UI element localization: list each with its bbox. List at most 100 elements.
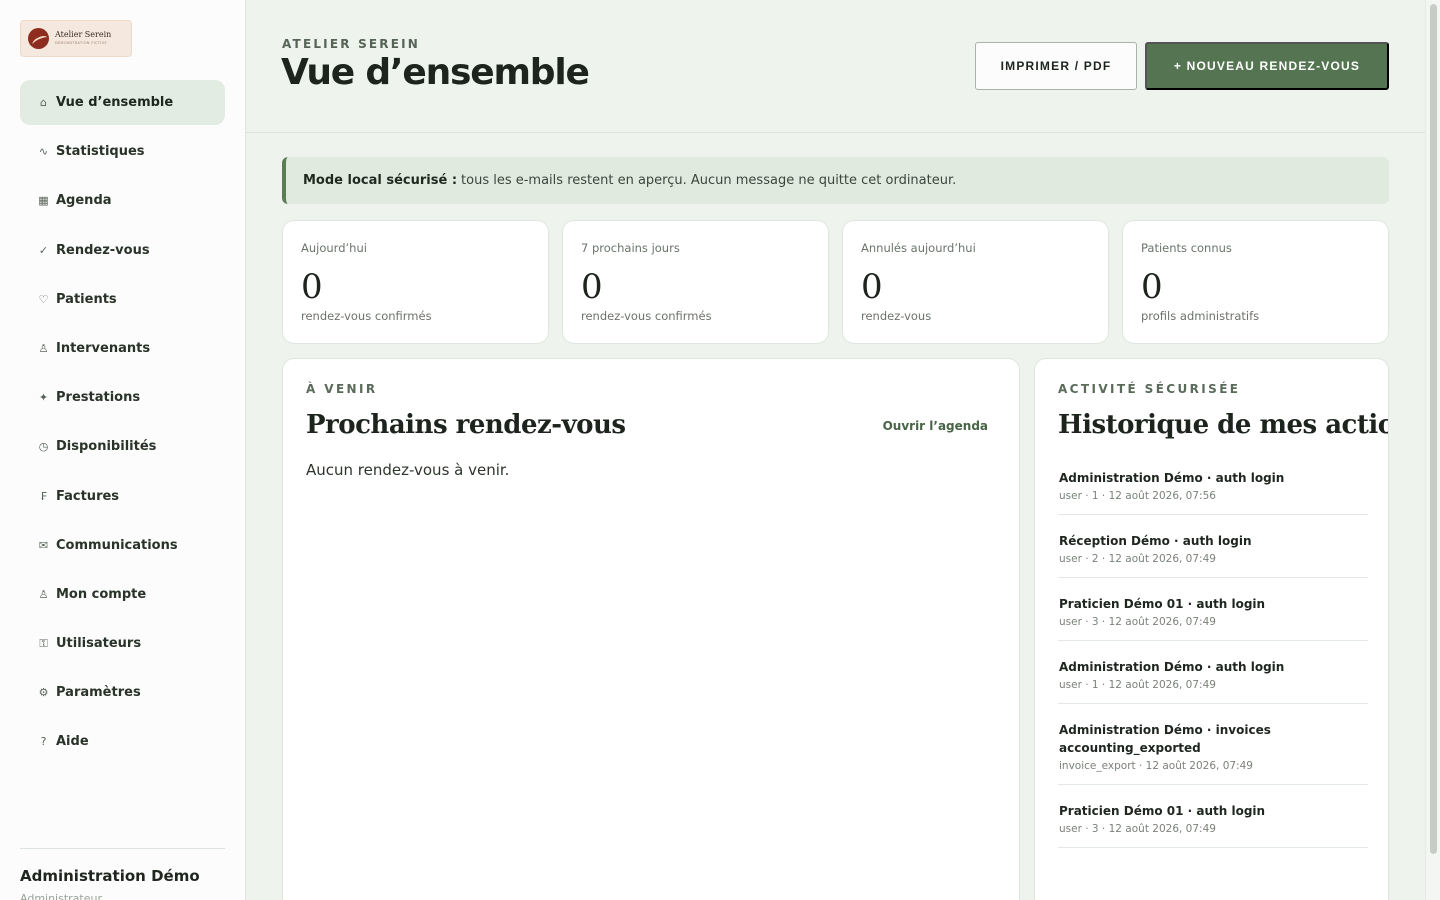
stat-value: 0 bbox=[581, 267, 603, 307]
main-content: ATELIER SEREIN Vue d’ensemble IMPRIMER /… bbox=[246, 0, 1425, 900]
new-appointment-button[interactable]: + NOUVEAU RENDEZ-VOUS bbox=[1145, 42, 1389, 90]
activity-item: Praticien Démo 01 · auth login user · 3 ·… bbox=[1058, 593, 1368, 641]
users-icon: ⚿ bbox=[39, 636, 48, 650]
sidebar-item-label: Statistiques bbox=[56, 144, 145, 160]
sidebar-item-mail[interactable]: ✉ Communications bbox=[20, 523, 225, 568]
stat-value: 0 bbox=[301, 267, 323, 307]
notice-text: tous les e-mails restent en aperçu. Aucu… bbox=[461, 173, 957, 188]
page-title: Vue d’ensemble bbox=[281, 52, 590, 93]
person-icon: ♙ bbox=[38, 341, 49, 355]
sidebar-item-label: Prestations bbox=[56, 390, 141, 406]
sidebar-item-sparkle[interactable]: ✦ Prestations bbox=[20, 375, 225, 420]
stat-card-known-patients: Patients connus 0 profils administratifs bbox=[1122, 220, 1389, 344]
activity-meta: user · 1 · 12 août 2026, 07:49 bbox=[1059, 679, 1216, 691]
gear-icon: ⚙ bbox=[38, 686, 49, 700]
activity-history-panel[interactable]: ACTIVITÉ SÉCURISÉE Historique de mes act… bbox=[1034, 358, 1389, 900]
logo-mark-icon bbox=[28, 28, 49, 49]
activity-meta: user · 2 · 12 août 2026, 07:49 bbox=[1059, 553, 1216, 565]
panel-eyebrow: ACTIVITÉ SÉCURISÉE bbox=[1058, 382, 1241, 396]
sidebar: Atelier Serein DÉMONSTRATION FICTIVE ⌂ Vu… bbox=[0, 0, 246, 900]
sparkle-icon: ✦ bbox=[38, 391, 49, 405]
trend-icon: ∿ bbox=[38, 145, 49, 159]
activity-title: Praticien Démo 01 · auth login bbox=[1059, 804, 1266, 818]
sidebar-item-help[interactable]: ? Aide bbox=[20, 719, 225, 764]
stat-label: Annulés aujourd’hui bbox=[861, 241, 976, 255]
stat-label: Patients connus bbox=[1141, 241, 1232, 255]
account-icon: ♙ bbox=[38, 587, 49, 601]
sidebar-item-trend[interactable]: ∿ Statistiques bbox=[20, 129, 225, 174]
stat-card-today: Aujourd’hui 0 rendez-vous confirmés bbox=[282, 220, 549, 344]
sidebar-item-invoice[interactable]: ₣ Factures bbox=[20, 474, 225, 519]
activity-title: Administration Démo · auth login bbox=[1059, 660, 1285, 674]
activity-list: Administration Démo · auth login user · 1… bbox=[1058, 467, 1368, 863]
logo-name: Atelier Serein bbox=[55, 30, 112, 40]
open-agenda-link[interactable]: Ouvrir l’agenda bbox=[883, 419, 988, 433]
sidebar-item-label: Paramètres bbox=[56, 685, 141, 701]
scrollbar-thumb[interactable] bbox=[1430, 4, 1437, 854]
activity-item: Administration Démo · invoices accountin… bbox=[1058, 719, 1368, 785]
help-icon: ? bbox=[40, 735, 47, 749]
current-user-name[interactable]: Administration Démo bbox=[20, 867, 200, 885]
sidebar-item-label: Disponibilités bbox=[56, 439, 157, 455]
sidebar-item-label: Intervenants bbox=[56, 340, 151, 356]
sidebar-item-label: Factures bbox=[56, 488, 120, 504]
activity-title: Praticien Démo 01 · auth login bbox=[1059, 597, 1266, 611]
activity-item: Réception Démo · auth login user · 2 · 12… bbox=[1058, 530, 1368, 578]
sidebar-item-home[interactable]: ⌂ Vue d’ensemble bbox=[20, 80, 225, 125]
panel-title: Prochains rendez-vous bbox=[306, 410, 626, 440]
logo-subtitle: DÉMONSTRATION FICTIVE bbox=[55, 41, 107, 46]
notice-title: Mode local sécurisé : bbox=[303, 173, 458, 188]
sidebar-item-label: Aide bbox=[56, 734, 89, 750]
activity-title: Administration Démo · auth login bbox=[1059, 471, 1285, 485]
page-scrollbar[interactable] bbox=[1425, 0, 1440, 900]
heart-icon: ♡ bbox=[38, 292, 49, 306]
stat-label: Aujourd’hui bbox=[301, 241, 367, 255]
home-icon: ⌂ bbox=[40, 96, 47, 109]
calendar-icon: ▦ bbox=[38, 194, 49, 208]
activity-meta: user · 3 · 12 août 2026, 07:49 bbox=[1059, 616, 1216, 628]
sidebar-item-check[interactable]: ✓ Rendez-vous bbox=[20, 228, 225, 273]
sidebar-item-person[interactable]: ♙ Intervenants bbox=[20, 326, 225, 371]
activity-title: Réception Démo · auth login bbox=[1059, 534, 1252, 548]
activity-item: Praticien Démo 01 · auth login user · 3 ·… bbox=[1058, 800, 1368, 848]
check-icon: ✓ bbox=[38, 243, 49, 257]
sidebar-item-label: Patients bbox=[56, 291, 117, 307]
activity-item: Administration Démo · auth login user · 1… bbox=[1058, 467, 1368, 515]
activity-meta: user · 1 · 12 août 2026, 07:56 bbox=[1059, 490, 1216, 502]
stat-label: 7 prochains jours bbox=[581, 241, 680, 255]
sidebar-item-label: Agenda bbox=[56, 193, 112, 209]
sidebar-item-users[interactable]: ⚿ Utilisateurs bbox=[20, 621, 225, 666]
activity-meta: user · 3 · 12 août 2026, 07:49 bbox=[1059, 823, 1216, 835]
sidebar-item-calendar[interactable]: ▦ Agenda bbox=[20, 178, 225, 223]
panel-eyebrow: À VENIR bbox=[306, 382, 378, 396]
sidebar-item-heart[interactable]: ♡ Patients bbox=[20, 277, 225, 322]
sidebar-item-gear[interactable]: ⚙ Paramètres bbox=[20, 670, 225, 715]
print-pdf-button[interactable]: IMPRIMER / PDF bbox=[975, 42, 1137, 90]
logo-text: Atelier Serein DÉMONSTRATION FICTIVE bbox=[55, 31, 111, 45]
activity-meta: invoice_export · 12 août 2026, 07:49 bbox=[1059, 760, 1253, 772]
sidebar-item-label: Mon compte bbox=[56, 586, 147, 602]
stat-value: 0 bbox=[861, 267, 883, 307]
sidebar-item-label: Communications bbox=[56, 537, 178, 553]
stat-sublabel: rendez-vous confirmés bbox=[581, 309, 712, 323]
sidebar-divider bbox=[20, 848, 225, 849]
sidebar-item-account[interactable]: ♙ Mon compte bbox=[20, 572, 225, 617]
stat-value: 0 bbox=[1141, 267, 1163, 307]
current-user-role: Administrateur bbox=[20, 892, 102, 900]
upcoming-appointments-panel: À VENIR Prochains rendez-vous Ouvrir l’a… bbox=[282, 358, 1020, 900]
sidebar-item-label: Utilisateurs bbox=[56, 636, 142, 652]
stat-sublabel: profils administratifs bbox=[1141, 309, 1260, 323]
stat-sublabel: rendez-vous confirmés bbox=[301, 309, 432, 323]
invoice-icon: ₣ bbox=[40, 489, 47, 503]
sidebar-item-clock[interactable]: ◷ Disponibilités bbox=[20, 424, 225, 469]
sidebar-nav: ⌂ Vue d’ensemble ∿ Statistiques ▦ Agenda ✓ Rend… bbox=[20, 80, 225, 769]
stat-card-next-7-days: 7 prochains jours 0 rendez-vous confirmé… bbox=[562, 220, 829, 344]
activity-item: Administration Démo · auth login user · 1… bbox=[1058, 656, 1368, 704]
secure-mode-notice: Mode local sécurisé : tous les e-mails r… bbox=[282, 157, 1389, 204]
mail-icon: ✉ bbox=[38, 538, 49, 552]
sidebar-item-label: Vue d’ensemble bbox=[56, 95, 174, 110]
stats-row: Aujourd’hui 0 rendez-vous confirmés 7 pr… bbox=[282, 220, 1389, 344]
panel-title: Historique de mes actions bbox=[1058, 410, 1388, 440]
brand-logo[interactable]: Atelier Serein DÉMONSTRATION FICTIVE bbox=[20, 20, 132, 57]
activity-title: Administration Démo · invoices accountin… bbox=[1059, 723, 1271, 755]
